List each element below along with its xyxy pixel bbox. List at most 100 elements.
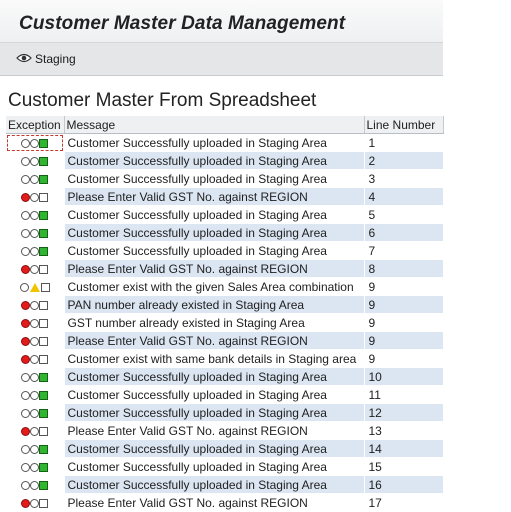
exception-cell[interactable] [6, 295, 65, 314]
message-cell: Please Enter Valid GST No. against REGIO… [64, 187, 365, 206]
message-cell: GST number already existed in Staging Ar… [64, 313, 365, 332]
traffic-light-success-icon [21, 443, 49, 455]
message-cell: Customer Successfully uploaded in Stagin… [64, 169, 365, 188]
table-row[interactable]: Customer Successfully uploaded in Stagin… [6, 169, 444, 188]
line-number-cell: 13 [364, 421, 444, 440]
traffic-light-success-icon [21, 407, 49, 419]
line-number-cell: 7 [364, 241, 444, 260]
exception-cell[interactable] [6, 439, 65, 458]
exception-cell[interactable] [6, 403, 65, 422]
message-cell: Customer Successfully uploaded in Stagin… [64, 367, 365, 386]
traffic-light-error-icon [21, 263, 49, 275]
table-row[interactable]: Customer Successfully uploaded in Stagin… [6, 457, 444, 476]
table-row[interactable]: Customer Successfully uploaded in Stagin… [6, 367, 444, 386]
line-number-cell: 14 [364, 439, 444, 458]
table-row[interactable]: Please Enter Valid GST No. against REGIO… [6, 493, 444, 512]
message-cell: Customer Successfully uploaded in Stagin… [64, 403, 365, 422]
traffic-light-success-icon [21, 173, 49, 185]
message-cell: Please Enter Valid GST No. against REGIO… [64, 259, 365, 278]
table-row[interactable]: Please Enter Valid GST No. against REGIO… [6, 331, 444, 350]
exception-cell[interactable] [6, 421, 65, 440]
traffic-light-error-icon [21, 353, 49, 365]
traffic-light-error-icon [21, 191, 49, 203]
exception-cell[interactable] [6, 493, 65, 512]
title-bar: Customer Master Data Management [0, 0, 443, 43]
line-number-cell: 16 [364, 475, 444, 494]
exception-cell[interactable] [6, 187, 65, 206]
table-row[interactable]: Customer Successfully uploaded in Stagin… [6, 403, 444, 422]
exception-cell[interactable] [6, 205, 65, 224]
line-number-cell: 9 [364, 331, 444, 350]
line-number-cell: 4 [364, 187, 444, 206]
exception-cell[interactable] [6, 331, 65, 350]
table-row[interactable]: PAN number already existed in Staging Ar… [6, 295, 444, 314]
staging-button[interactable]: Staging [12, 50, 80, 68]
line-number-cell: 1 [364, 133, 444, 152]
traffic-light-warning-icon [19, 281, 50, 293]
line-number-cell: 9 [364, 295, 444, 314]
exception-cell[interactable] [6, 475, 65, 494]
line-number-cell: 6 [364, 223, 444, 242]
line-number-cell: 12 [364, 403, 444, 422]
message-cell: Please Enter Valid GST No. against REGIO… [64, 331, 365, 350]
table-row[interactable]: Customer exist with same bank details in… [6, 349, 444, 368]
line-number-cell: 9 [364, 277, 444, 296]
exception-cell[interactable] [6, 151, 65, 170]
traffic-light-error-icon [21, 497, 49, 509]
table-row[interactable]: Customer Successfully uploaded in Stagin… [6, 133, 444, 152]
message-cell: Customer Successfully uploaded in Stagin… [64, 223, 365, 242]
message-cell: Customer Successfully uploaded in Stagin… [64, 385, 365, 404]
message-cell: Customer Successfully uploaded in Stagin… [64, 475, 365, 494]
table-row[interactable]: Customer Successfully uploaded in Stagin… [6, 385, 444, 404]
message-cell: Please Enter Valid GST No. against REGIO… [64, 421, 365, 440]
traffic-light-success-icon [21, 227, 49, 239]
app-title: Customer Master Data Management [19, 13, 346, 34]
table-row[interactable]: Customer Successfully uploaded in Stagin… [6, 241, 444, 260]
table-row[interactable]: Customer exist with the given Sales Area… [6, 277, 444, 296]
table-row[interactable]: Please Enter Valid GST No. against REGIO… [6, 421, 444, 440]
exception-cell[interactable] [6, 313, 65, 332]
line-number-cell: 9 [364, 349, 444, 368]
table-row[interactable]: Customer Successfully uploaded in Stagin… [6, 475, 444, 494]
message-cell: Customer Successfully uploaded in Stagin… [64, 133, 365, 152]
traffic-light-success-icon [21, 479, 49, 491]
table-row[interactable]: Customer Successfully uploaded in Stagin… [6, 205, 444, 224]
table-row[interactable]: Please Enter Valid GST No. against REGIO… [6, 259, 444, 278]
column-header-message[interactable]: Message [64, 116, 365, 134]
exception-cell[interactable] [6, 277, 65, 296]
exception-cell[interactable] [6, 223, 65, 242]
message-cell: Please Enter Valid GST No. against REGIO… [64, 493, 365, 512]
traffic-light-success-icon [21, 461, 49, 473]
message-cell: Customer Successfully uploaded in Stagin… [64, 241, 365, 260]
table-row[interactable]: Please Enter Valid GST No. against REGIO… [6, 187, 444, 206]
traffic-light-error-icon [21, 425, 49, 437]
results-table: Exception Message Line Number Customer S… [6, 116, 444, 512]
table-row[interactable]: Customer Successfully uploaded in Stagin… [6, 151, 444, 170]
exception-cell[interactable] [6, 241, 65, 260]
line-number-cell: 17 [364, 493, 444, 512]
exception-cell[interactable] [6, 457, 65, 476]
column-header-exception[interactable]: Exception [6, 116, 65, 134]
exception-cell[interactable] [6, 349, 65, 368]
exception-cell[interactable] [6, 133, 65, 152]
message-cell: Customer exist with same bank details in… [64, 349, 365, 368]
message-cell: PAN number already existed in Staging Ar… [64, 295, 365, 314]
line-number-cell: 3 [364, 169, 444, 188]
exception-cell[interactable] [6, 169, 65, 188]
traffic-light-success-icon [21, 137, 49, 149]
traffic-light-error-icon [21, 299, 49, 311]
table-row[interactable]: Customer Successfully uploaded in Stagin… [6, 223, 444, 242]
exception-cell[interactable] [6, 367, 65, 386]
column-header-line-number[interactable]: Line Number [364, 116, 444, 134]
message-cell: Customer Successfully uploaded in Stagin… [64, 151, 365, 170]
traffic-light-success-icon [21, 371, 49, 383]
table-row[interactable]: Customer Successfully uploaded in Stagin… [6, 439, 444, 458]
message-cell: Customer Successfully uploaded in Stagin… [64, 205, 365, 224]
traffic-light-success-icon [21, 209, 49, 221]
exception-cell[interactable] [6, 385, 65, 404]
traffic-light-success-icon [21, 245, 49, 257]
line-number-cell: 10 [364, 367, 444, 386]
traffic-light-success-icon [21, 389, 49, 401]
exception-cell[interactable] [6, 259, 65, 278]
table-row[interactable]: GST number already existed in Staging Ar… [6, 313, 444, 332]
